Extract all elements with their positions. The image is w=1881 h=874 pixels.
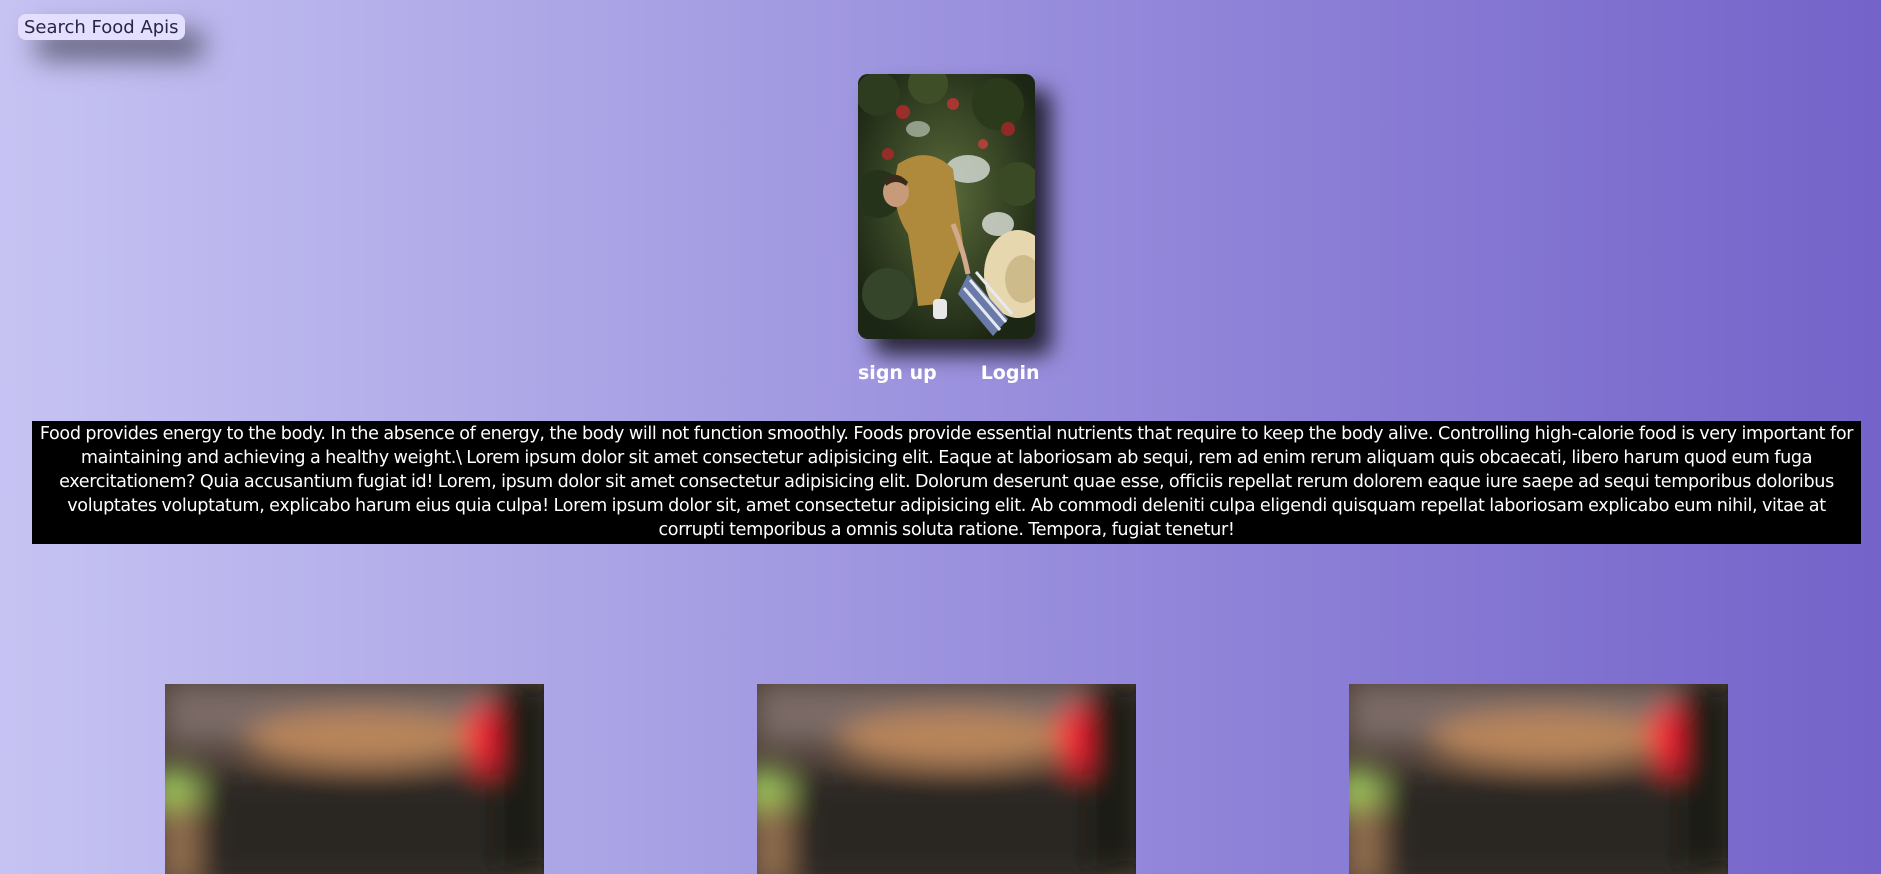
apple-picking-image [858, 74, 1035, 339]
sign-up-link[interactable]: sign up [858, 362, 937, 384]
intro-text-block: Food provides energy to the body. In the… [32, 421, 1861, 544]
blurred-food-image [757, 684, 1136, 874]
intro-paragraph: Food provides energy to the body. In the… [39, 424, 1854, 540]
hero-photo [858, 74, 1035, 339]
food-gallery [0, 684, 1881, 874]
gallery-item[interactable] [757, 684, 1136, 874]
search-food-apis-label: Search Food Apis [24, 16, 179, 38]
blurred-food-image [1349, 684, 1728, 874]
gallery-item[interactable] [165, 684, 544, 874]
auth-links: sign up Login [858, 362, 1040, 384]
search-food-apis-link[interactable]: Search Food Apis [18, 14, 185, 40]
blurred-food-image [165, 684, 544, 874]
login-link[interactable]: Login [981, 362, 1040, 384]
gallery-item[interactable] [1349, 684, 1728, 874]
